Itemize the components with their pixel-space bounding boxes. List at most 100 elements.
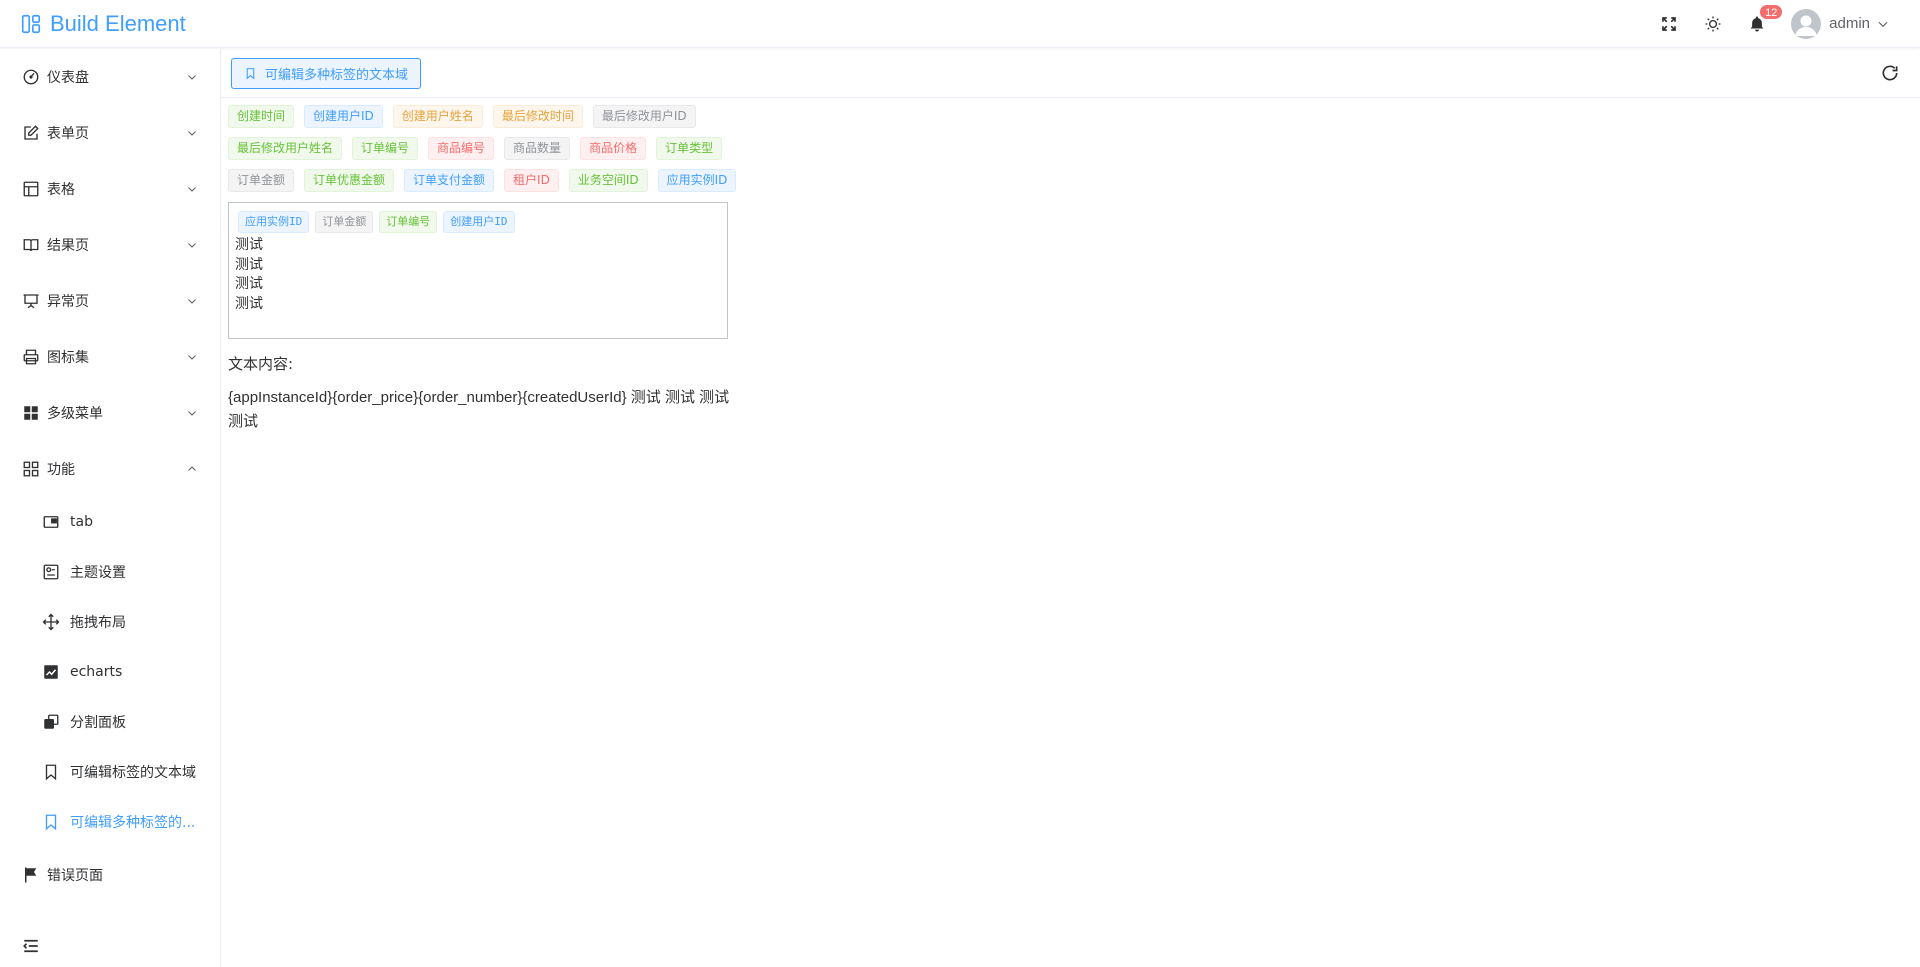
sidebar-subitem-label: 拖拽布局 [70, 615, 126, 631]
sidebar-subitem-tag-textarea[interactable]: 可编辑标签的文本域 [0, 747, 220, 797]
logo[interactable]: Build Element [0, 0, 186, 48]
copy-icon [44, 714, 59, 729]
sun-icon [1705, 16, 1721, 31]
sidebar-subitem-label: 主题设置 [70, 565, 126, 581]
tag-option[interactable]: 业务空间ID [568, 169, 648, 192]
notification-badge: 12 [1759, 3, 1784, 20]
move-icon [42, 613, 60, 631]
sidebar-item-dashboard[interactable]: 仪表盘 [0, 49, 220, 105]
editor-tag[interactable]: 订单编号 [379, 211, 438, 233]
editor-line: 测试 [235, 276, 263, 292]
chevron-down-icon [188, 131, 196, 136]
flag-icon [25, 867, 37, 883]
tag-option[interactable]: 商品编号 [428, 137, 495, 160]
tab-label: 可编辑多种标签的文本域 [265, 67, 409, 83]
sidebar-subitem-drag[interactable]: 拖拽布局 [0, 597, 220, 647]
sidebar-item-label: 表格 [47, 182, 75, 198]
chevron-down-icon [188, 411, 196, 416]
bookmark-icon [246, 67, 255, 80]
editor-line: 测试 [235, 295, 263, 312]
tag-option[interactable]: 商品数量 [504, 137, 571, 160]
username: admin [1829, 15, 1870, 32]
sidebar-subitem-multi-tag-textarea[interactable]: 可编辑多种标签的... [0, 797, 220, 847]
sidebar-item-label: 仪表盘 [47, 70, 89, 86]
sidebar-subitem-label: echarts [70, 664, 123, 680]
palette-icon [43, 564, 59, 580]
tag-option[interactable]: 订单金额 [228, 169, 295, 192]
sidebar-subitem-tab[interactable]: tab [0, 497, 220, 547]
app-title: Build Element [50, 10, 186, 36]
table-icon [23, 181, 39, 197]
window-icon [43, 516, 59, 528]
tag-option[interactable]: 商品价格 [580, 137, 647, 160]
tag-option[interactable]: 最后修改时间 [492, 105, 583, 128]
sidebar-item-exception[interactable]: 异常页 [0, 273, 220, 329]
output-text: {appInstanceId}{order_price}{order_numbe… [228, 389, 730, 430]
sidebar-item-features[interactable]: 功能 [0, 441, 220, 497]
line-chart-icon [44, 665, 58, 679]
tag-option[interactable]: 订单优惠金额 [304, 169, 395, 192]
sidebar-item-form[interactable]: 表单页 [0, 105, 220, 161]
sidebar-item-label: 功能 [47, 462, 75, 478]
tag-option[interactable]: 创建用户ID [304, 105, 383, 128]
chevron-down-icon [188, 75, 196, 80]
tag-option[interactable]: 最后修改用户姓名 [228, 137, 343, 160]
sidebar-subitem-label: 分割面板 [70, 715, 126, 731]
sidebar-item-label: 异常页 [47, 294, 89, 310]
sidebar-item-label: 错误页面 [47, 868, 103, 884]
presentation-icon [23, 294, 39, 309]
printer-icon [23, 349, 39, 365]
tag-textarea-editor[interactable]: 应用实例ID 订单金额 订单编号 创建用户ID 测试 测试 测试 测试 [228, 202, 728, 339]
tag-option[interactable]: 租户ID [504, 169, 559, 192]
user-menu[interactable]: admin [1791, 8, 1890, 39]
bookmark-icon [45, 764, 57, 781]
tag-option[interactable]: 订单编号 [352, 137, 419, 160]
chevron-down-icon [188, 299, 196, 304]
notification-button[interactable]: 12 [1735, 0, 1784, 48]
sidebar-item-multilevel[interactable]: 多级菜单 [0, 385, 220, 441]
tag-option[interactable]: 订单支付金额 [404, 169, 495, 192]
tag-option[interactable]: 创建用户姓名 [392, 105, 483, 128]
gauge-icon [23, 69, 39, 85]
chevron-down-icon [188, 355, 196, 360]
editor-tag[interactable]: 应用实例ID [238, 211, 310, 233]
sidebar-subitem-split[interactable]: 分割面板 [0, 697, 220, 747]
theme-toggle-button[interactable] [1691, 0, 1735, 48]
sidebar-item-table[interactable]: 表格 [0, 161, 220, 217]
sidebar-item-result[interactable]: 结果页 [0, 217, 220, 273]
sidebar-subitem-label: tab [70, 514, 93, 530]
tags-view-bar: 可编辑多种标签的文本域 [221, 49, 1920, 98]
main-content: 创建时间 创建用户ID 创建用户姓名 最后修改时间 最后修改用户ID 最后修改用户姓名 订单… [228, 105, 1908, 434]
sidebar-item-label: 表单页 [47, 126, 89, 142]
bookmark-icon [45, 814, 57, 831]
tag-option[interactable]: 应用实例ID [657, 169, 737, 192]
chevron-down-icon [188, 187, 196, 192]
output-label: 文本内容: [228, 355, 294, 373]
layout-icon [21, 14, 41, 33]
sidebar-item-error-pages[interactable]: 错误页面 [0, 847, 220, 903]
sidebar-item-icons[interactable]: 图标集 [0, 329, 220, 385]
menu-collapse-icon[interactable] [22, 937, 40, 955]
sidebar-subitem-theme[interactable]: 主题设置 [0, 547, 220, 597]
fullscreen-button[interactable] [1647, 0, 1691, 48]
sidebar-item-label: 结果页 [47, 238, 89, 254]
tag-option[interactable]: 订单类型 [656, 137, 723, 160]
tag-option[interactable]: 创建时间 [228, 105, 295, 128]
editor-tag[interactable]: 订单金额 [315, 211, 374, 233]
tab-multi-tag-textarea[interactable]: 可编辑多种标签的文本域 [231, 57, 422, 89]
tag-options: 创建时间 创建用户ID 创建用户姓名 最后修改时间 最后修改用户ID 最后修改用户姓名 订单… [228, 105, 748, 201]
user-icon [1795, 15, 1817, 36]
editor-tags: 应用实例ID 订单金额 订单编号 创建用户ID [238, 211, 721, 233]
fullscreen-icon [1662, 16, 1676, 31]
tag-option[interactable]: 最后修改用户ID [592, 105, 696, 128]
sidebar-subitem-echarts[interactable]: echarts [0, 647, 220, 697]
sidebar-item-label: 图标集 [47, 350, 89, 366]
editor-tag[interactable]: 创建用户ID [443, 211, 515, 233]
apps-icon [23, 461, 39, 477]
avatar [1791, 8, 1822, 39]
top-header: Build Element 12 admin [0, 0, 1920, 48]
editor-line: 测试 [235, 256, 263, 273]
editor-line: 测试 [235, 237, 263, 253]
refresh-icon[interactable] [1880, 63, 1900, 83]
sidebar: 仪表盘 表单页 表格 结果页 异常页 图标集 多级菜单 功能 tab 主题设置 … [0, 49, 221, 967]
